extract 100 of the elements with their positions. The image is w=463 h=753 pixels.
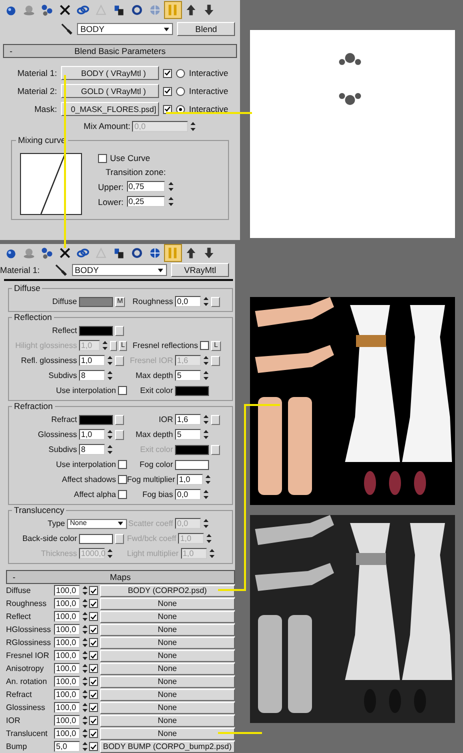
spinner-arrows-icon[interactable] <box>107 444 113 455</box>
number-field[interactable]: 100,0 <box>54 598 80 609</box>
number-field[interactable]: 0,75 <box>126 181 165 192</box>
material-slot-button[interactable]: 0_MASK_FLORES.psd] <box>61 102 159 116</box>
checkbox[interactable] <box>89 690 98 699</box>
map-button[interactable] <box>211 414 220 424</box>
spinner-arrows-icon[interactable] <box>190 120 196 132</box>
spinner-arrows-icon[interactable] <box>82 689 88 700</box>
caret-icon[interactable] <box>163 26 170 32</box>
number-field[interactable]: 5 <box>175 429 201 440</box>
spinner-arrows-icon[interactable] <box>203 489 209 500</box>
number-field[interactable]: 5 <box>175 370 201 381</box>
eyedropper-icon[interactable] <box>60 22 74 36</box>
checkbox[interactable] <box>89 638 98 647</box>
color-swatch[interactable] <box>79 414 113 424</box>
map-button[interactable] <box>115 534 124 544</box>
material-slot-button[interactable]: BODY ( VRayMtl ) <box>61 66 159 80</box>
material-type-button[interactable]: Blend <box>177 22 235 36</box>
map-slot-button[interactable]: None <box>100 598 235 610</box>
checkbox[interactable] <box>89 586 98 595</box>
checkbox[interactable] <box>89 703 98 712</box>
checkbox[interactable] <box>118 490 127 499</box>
number-field[interactable]: 100,0 <box>54 637 80 648</box>
map-slot-button[interactable]: None <box>100 636 235 648</box>
map-slot-button[interactable]: None <box>100 714 235 726</box>
number-field[interactable]: 100,0 <box>54 650 80 661</box>
spinner-arrows-icon[interactable] <box>168 196 174 207</box>
caret-icon[interactable] <box>117 520 124 527</box>
spinner-arrows-icon[interactable] <box>208 548 215 559</box>
material-type-button[interactable]: VRayMtl <box>171 263 229 278</box>
number-field[interactable]: 0,25 <box>126 196 165 207</box>
map-button[interactable] <box>115 414 124 424</box>
number-field[interactable]: 100,0 <box>54 663 80 674</box>
spinner-arrows-icon[interactable] <box>107 355 113 366</box>
spinner-arrows-icon[interactable] <box>82 728 88 739</box>
color-swatch[interactable] <box>79 326 113 336</box>
spinner-arrows-icon[interactable] <box>82 585 88 596</box>
spinner-arrows-icon[interactable] <box>82 741 88 752</box>
number-field[interactable]: 100,0 <box>54 689 80 700</box>
spinner-arrows-icon[interactable] <box>203 355 209 366</box>
number-field[interactable]: 0,0 <box>175 296 201 307</box>
spinner-arrows-icon[interactable] <box>206 533 212 544</box>
map-slot-button[interactable]: None <box>100 676 235 688</box>
checkbox[interactable] <box>89 664 98 673</box>
color-swatch[interactable] <box>175 386 209 396</box>
number-field[interactable]: 100,0 <box>54 702 80 713</box>
eyedropper-icon[interactable] <box>54 263 68 278</box>
material-slot-button[interactable]: GOLD ( VRayMtl ) <box>61 84 159 98</box>
number-field[interactable]: 8 <box>79 370 105 381</box>
caret-icon[interactable] <box>157 266 164 274</box>
number-field[interactable]: 100,0 <box>54 624 80 635</box>
spinner-arrows-icon[interactable] <box>82 676 88 687</box>
checkbox[interactable] <box>89 625 98 634</box>
interactive-radio[interactable] <box>176 68 185 78</box>
checkbox[interactable] <box>89 716 98 725</box>
map-slot-button[interactable]: None <box>100 650 235 662</box>
map-slot-button[interactable]: None <box>100 624 235 636</box>
spinner-arrows-icon[interactable] <box>82 715 88 726</box>
color-swatch[interactable] <box>79 534 113 544</box>
rollout-header[interactable]: - Maps <box>6 570 235 584</box>
checkbox[interactable] <box>163 104 172 114</box>
spinner-arrows-icon[interactable] <box>203 518 209 529</box>
checkbox[interactable] <box>118 475 127 484</box>
number-field[interactable]: 5,0 <box>54 741 80 752</box>
spinner-arrows-icon[interactable] <box>107 548 113 559</box>
number-field[interactable]: 100,0 <box>54 611 80 622</box>
map-button[interactable] <box>115 430 124 440</box>
spinner-arrows-icon[interactable] <box>168 181 174 192</box>
map-slot-button[interactable]: None <box>100 662 235 674</box>
map-slot-button[interactable]: None <box>100 610 235 622</box>
map-slot-button[interactable]: None <box>100 702 235 714</box>
map-slot-button[interactable]: None <box>100 728 235 740</box>
checkbox[interactable] <box>89 729 98 738</box>
number-field[interactable]: 100,0 <box>54 728 80 739</box>
material-name-dropdown[interactable]: BODY <box>77 23 174 35</box>
spinner-arrows-icon[interactable] <box>82 611 88 622</box>
color-swatch[interactable] <box>175 460 209 470</box>
spinner-arrows-icon[interactable] <box>203 429 209 440</box>
number-field[interactable]: 1,0 <box>79 429 105 440</box>
checkbox[interactable] <box>98 154 107 162</box>
spinner-arrows-icon[interactable] <box>82 624 88 635</box>
map-button[interactable] <box>115 326 124 336</box>
checkbox[interactable] <box>118 460 127 469</box>
spinner-arrows-icon[interactable] <box>82 650 88 661</box>
checkbox[interactable] <box>89 612 98 621</box>
spinner-arrows-icon[interactable] <box>82 702 88 713</box>
spheres-icon[interactable] <box>39 2 55 18</box>
spinner-arrows-icon[interactable] <box>102 340 108 351</box>
checkbox[interactable] <box>200 341 209 350</box>
checkbox[interactable] <box>89 599 98 608</box>
checkbox[interactable] <box>89 677 98 686</box>
checkbox[interactable] <box>89 651 98 660</box>
number-field[interactable]: 1,0 <box>177 474 204 485</box>
spinner-arrows-icon[interactable] <box>82 598 88 609</box>
spinner-arrows-icon[interactable] <box>107 370 113 381</box>
interactive-radio[interactable] <box>176 86 185 96</box>
map-button[interactable] <box>211 296 220 306</box>
cross-icon[interactable] <box>57 2 73 18</box>
map-button[interactable] <box>115 356 124 366</box>
number-field[interactable]: 100,0 <box>54 715 80 726</box>
